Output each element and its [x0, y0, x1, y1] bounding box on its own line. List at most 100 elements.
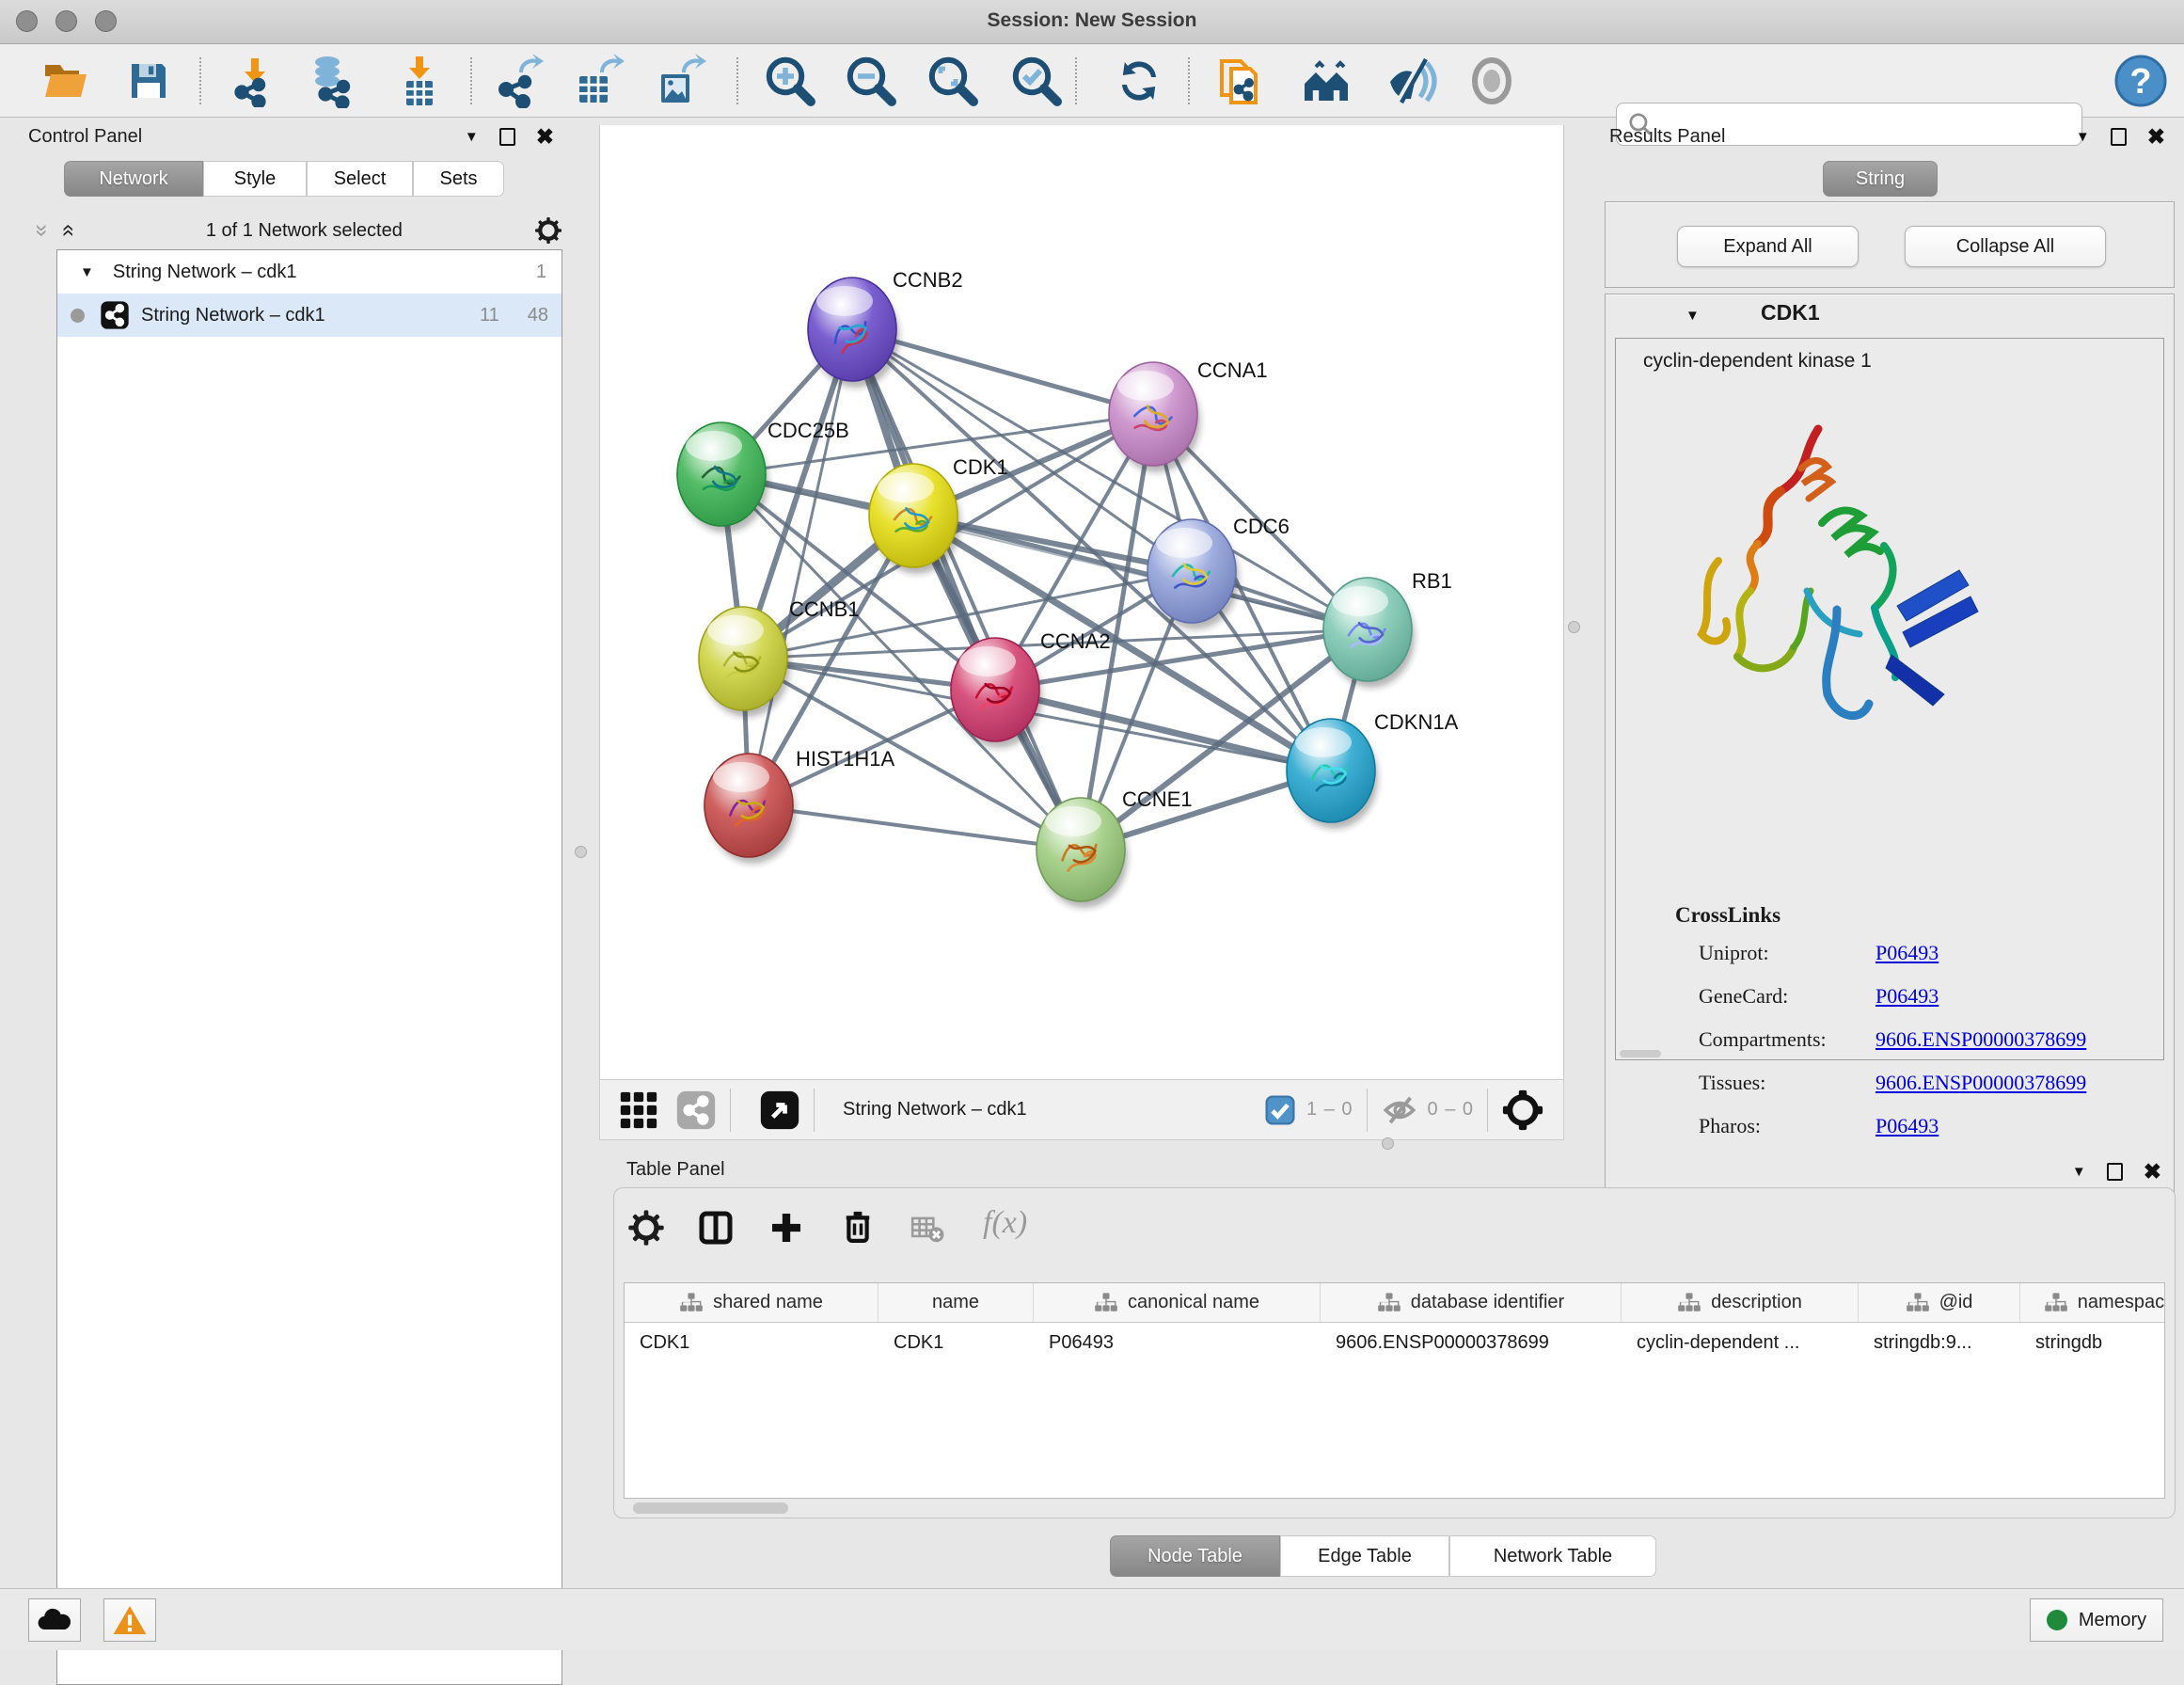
panel-menu-icon[interactable]: ▼ [465, 129, 479, 145]
network-graph[interactable]: CCNB2CCNA1CDC25BCDK1CDC6RB1CCNB1CCNA2CDK… [600, 125, 1563, 1077]
expand-all-icon[interactable]: » [55, 224, 81, 236]
collapse-all-button[interactable]: Collapse All [1905, 226, 2106, 267]
network-node-CCNA2[interactable]: CCNA2 [951, 629, 1111, 748]
birds-eye-crosshair-icon[interactable] [1501, 1089, 1544, 1132]
column-header--id[interactable]: @id [1859, 1283, 2020, 1322]
network-options-gear-icon[interactable] [534, 216, 562, 245]
column-header-shared-name[interactable]: shared name [625, 1283, 878, 1322]
protein-structure-image [1660, 412, 2018, 743]
export-network-button[interactable] [490, 52, 550, 110]
panel-float-icon[interactable] [499, 128, 515, 146]
hidden-eye-icon[interactable] [1381, 1093, 1418, 1127]
network-node-CDC25B[interactable]: CDC25B [677, 419, 849, 533]
import-network-database-button[interactable] [304, 52, 364, 110]
tab-network-table[interactable]: Network Table [1449, 1535, 1656, 1577]
column-header-name[interactable]: name [878, 1283, 1034, 1322]
tab-style[interactable]: Style [203, 161, 307, 197]
function-builder-icon[interactable]: f(x) [983, 1205, 1027, 1241]
open-session-button[interactable] [36, 52, 96, 110]
column-header-canonical-name[interactable]: canonical name [1034, 1283, 1321, 1322]
network-node-CCNE1[interactable]: CCNE1 [1037, 787, 1193, 908]
crosslink-link[interactable]: P06493 [1875, 941, 1939, 965]
table-cell[interactable]: cyclin-dependent ... [1622, 1323, 1859, 1362]
network-row-selected[interactable]: String Network – cdk1 11 48 [57, 294, 562, 337]
table-container: f(x) shared namenamecanonical namedataba… [613, 1187, 2176, 1518]
crosslink-link[interactable]: P06493 [1875, 984, 1939, 1009]
crosslinks-heading: CrossLinks [1675, 903, 1780, 928]
clone-network-button[interactable] [1213, 52, 1274, 110]
import-network-file-button[interactable] [225, 52, 285, 110]
export-image-button[interactable] [651, 52, 711, 110]
tab-node-table[interactable]: Node Table [1110, 1535, 1280, 1577]
refresh-layout-button[interactable] [1109, 52, 1169, 110]
tab-network[interactable]: Network [64, 161, 203, 197]
add-column-icon[interactable] [768, 1209, 805, 1247]
table-horizontal-scrollbar[interactable] [633, 1502, 788, 1514]
import-table-file-button[interactable] [389, 52, 450, 110]
zoom-selected-button[interactable] [1006, 52, 1067, 110]
table-cell[interactable]: stringdb [2020, 1323, 2165, 1362]
panel-float-icon[interactable] [2111, 128, 2127, 146]
table-options-gear-icon[interactable] [627, 1209, 665, 1247]
table-cell[interactable]: stringdb:9... [1859, 1323, 2020, 1362]
panel-close-icon[interactable]: ✖ [2144, 1163, 2161, 1181]
table-panel-title: Table Panel [626, 1159, 725, 1181]
network-node-CDKN1A[interactable]: CDKN1A [1287, 710, 1459, 829]
bottom-splitter-handle[interactable] [1382, 1137, 1394, 1150]
zoom-in-button[interactable] [760, 52, 820, 110]
cloud-status-button[interactable] [28, 1598, 81, 1642]
delete-table-icon[interactable] [910, 1211, 945, 1247]
network-node-CCNB2[interactable]: CCNB2 [808, 268, 963, 388]
section-collapse-icon[interactable]: ▼ [1685, 308, 1700, 324]
collapse-all-icon[interactable]: » [29, 224, 55, 236]
table-cell[interactable]: CDK1 [625, 1323, 878, 1362]
network-node-HIST1H1A[interactable]: HIST1H1A [704, 747, 894, 864]
memory-button[interactable]: Memory [2030, 1598, 2163, 1642]
network-view-canvas[interactable]: CCNB2CCNA1CDC25BCDK1CDC6RB1CCNB1CCNA2CDK… [599, 125, 1564, 1079]
hide-panel-eye-button[interactable] [1462, 52, 1522, 110]
crosslink-link[interactable]: P06493 [1875, 1114, 1939, 1138]
network-collection-row[interactable]: ▼ String Network – cdk1 1 [57, 250, 562, 294]
string-view-icon[interactable] [675, 1089, 717, 1131]
help-button[interactable]: ? [2111, 52, 2171, 110]
table-body: CDK1CDK1P064939606.ENSP00000378699cyclin… [625, 1323, 2164, 1362]
home-stringify-button[interactable] [1297, 52, 1357, 110]
zoom-fit-button[interactable] [923, 52, 983, 110]
save-session-button[interactable] [119, 52, 179, 110]
delete-column-trash-icon[interactable] [838, 1207, 878, 1247]
horizontal-scrollbar[interactable] [1620, 1050, 1661, 1057]
network-node-CCNA1[interactable]: CCNA1 [1109, 358, 1268, 472]
column-header-description[interactable]: description [1622, 1283, 1859, 1322]
crosslink-link[interactable]: 9606.ENSP00000378699 [1875, 1071, 2086, 1095]
show-columns-icon[interactable] [697, 1209, 735, 1247]
left-splitter-handle[interactable] [575, 846, 587, 858]
panel-menu-icon[interactable]: ▼ [2072, 1164, 2086, 1180]
table-cell[interactable]: CDK1 [878, 1323, 1034, 1362]
zoom-out-button[interactable] [841, 52, 901, 110]
selected-checkbox-icon[interactable] [1265, 1095, 1295, 1125]
network-node-RB1[interactable]: RB1 [1323, 569, 1452, 688]
tab-edge-table[interactable]: Edge Table [1280, 1535, 1449, 1577]
right-splitter-handle[interactable] [1568, 621, 1580, 633]
panel-close-icon[interactable]: ✖ [536, 128, 554, 146]
column-header-database-identifier[interactable]: database identifier [1321, 1283, 1622, 1322]
expand-all-button[interactable]: Expand All [1677, 226, 1859, 267]
panel-close-icon[interactable]: ✖ [2147, 128, 2165, 146]
tab-sets[interactable]: Sets [413, 161, 504, 197]
table-cell[interactable]: 9606.ENSP00000378699 [1321, 1323, 1622, 1362]
panel-menu-icon[interactable]: ▼ [2076, 129, 2090, 145]
panel-float-icon[interactable] [2107, 1163, 2123, 1181]
crosslink-link[interactable]: 9606.ENSP00000378699 [1875, 1027, 2086, 1052]
warnings-button[interactable] [103, 1598, 156, 1642]
enhanced-graphics-toggle-button[interactable] [1380, 52, 1440, 110]
export-table-button[interactable] [569, 52, 629, 110]
tab-select[interactable]: Select [307, 161, 413, 197]
column-header-namespace[interactable]: namespace [2020, 1283, 2165, 1322]
node-label-CDK1: CDK1 [953, 455, 1008, 479]
table-cell[interactable]: P06493 [1034, 1323, 1321, 1362]
grid-view-icon[interactable] [617, 1089, 660, 1132]
tree-expand-icon[interactable]: ▼ [80, 264, 94, 280]
detach-view-icon[interactable] [759, 1089, 800, 1131]
table-row[interactable]: CDK1CDK1P064939606.ENSP00000378699cyclin… [625, 1323, 2164, 1362]
tab-string[interactable]: String [1823, 161, 1938, 197]
